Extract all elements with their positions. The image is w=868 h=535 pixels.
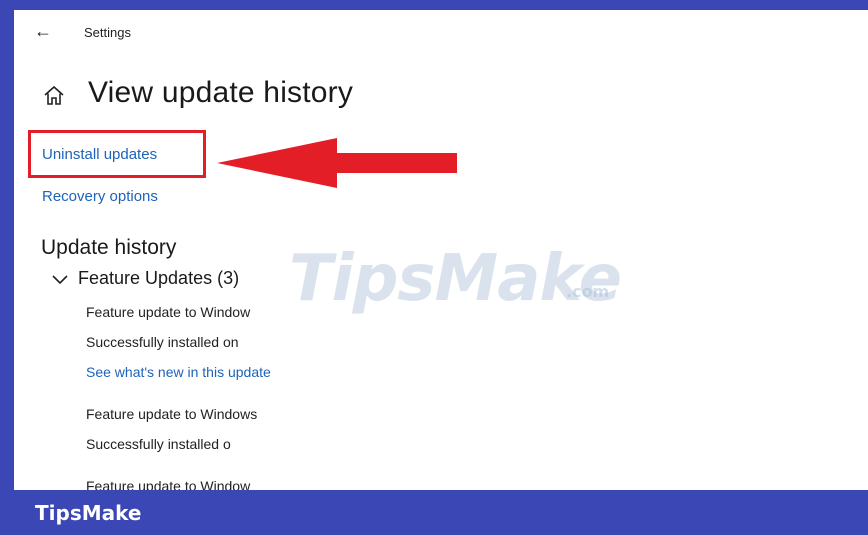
window-title: Settings (84, 25, 131, 40)
update-item-name: Feature update to Window (86, 478, 251, 490)
page-title: View update history (88, 76, 354, 109)
title-bar: ← Settings (14, 10, 868, 54)
whats-new-link[interactable]: See what's new in this update (86, 364, 271, 380)
footer-brand: TipsMake (35, 501, 142, 525)
chevron-down-icon (52, 274, 68, 284)
feature-updates-label: Feature Updates (3) (78, 268, 240, 288)
highlight-box (28, 130, 206, 178)
update-item-status: Successfully installed on (86, 334, 239, 350)
update-item-name: Feature update to Windows (86, 406, 258, 422)
recovery-options-link[interactable]: Recovery options (42, 188, 158, 205)
feature-updates-group[interactable]: Feature Updates (3) (50, 268, 239, 289)
update-item-name: Feature update to Window (86, 304, 251, 320)
footer-bar: TipsMake (0, 490, 868, 535)
back-arrow-icon[interactable]: ← (34, 21, 52, 41)
update-history-heading: Update history (41, 236, 177, 259)
home-icon[interactable] (42, 84, 66, 108)
settings-window: ← Settings View update history Uninstall… (14, 10, 868, 490)
watermark-logo: TipsMake (289, 242, 622, 316)
watermark-suffix: .com (566, 282, 610, 301)
update-item-status: Successfully installed o (86, 436, 231, 452)
red-arrow-icon (217, 138, 457, 188)
